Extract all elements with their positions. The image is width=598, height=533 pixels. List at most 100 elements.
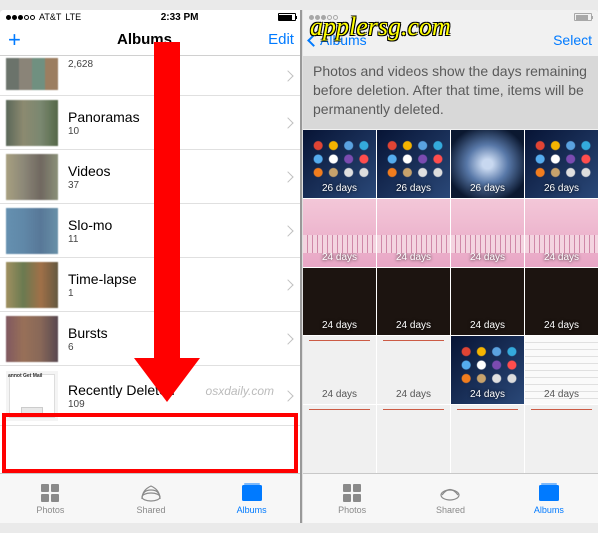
tab-shared[interactable]: Shared bbox=[401, 474, 499, 523]
photo-cell[interactable] bbox=[303, 405, 376, 473]
photo-cell[interactable]: 24 days bbox=[525, 268, 598, 336]
album-list[interactable]: 2,628 Panoramas 10 Videos 37 bbox=[0, 56, 302, 473]
photo-cell[interactable]: 26 days bbox=[377, 130, 450, 198]
photo-cell[interactable] bbox=[525, 405, 598, 473]
days-label: 24 days bbox=[525, 389, 598, 400]
select-button[interactable]: Select bbox=[553, 32, 592, 48]
album-count: 37 bbox=[68, 180, 111, 191]
album-thumb bbox=[6, 316, 58, 362]
photo-cell[interactable]: 24 days bbox=[303, 199, 376, 267]
days-label: 26 days bbox=[303, 183, 376, 194]
photo-cell[interactable]: 24 days bbox=[451, 268, 524, 336]
tab-albums[interactable]: Albums bbox=[201, 474, 302, 523]
tab-photos[interactable]: Photos bbox=[303, 474, 401, 523]
days-label: 24 days bbox=[303, 320, 376, 331]
tab-label: Photos bbox=[338, 505, 366, 515]
photo-cell[interactable]: 24 days bbox=[451, 199, 524, 267]
photo-cell[interactable]: 24 days bbox=[525, 336, 598, 404]
chevron-right-icon bbox=[282, 117, 293, 128]
album-name: Time-lapse bbox=[68, 271, 137, 287]
tab-label: Photos bbox=[36, 505, 64, 515]
watermark-text: osxdaily.com bbox=[206, 384, 274, 398]
album-row-panoramas[interactable]: Panoramas 10 bbox=[0, 96, 302, 150]
photo-cell[interactable]: 24 days bbox=[303, 268, 376, 336]
chevron-right-icon bbox=[282, 333, 293, 344]
photo-cell[interactable]: 24 days bbox=[525, 199, 598, 267]
days-label: 24 days bbox=[525, 320, 598, 331]
album-row-videos[interactable]: Videos 37 bbox=[0, 150, 302, 204]
album-name: Slo-mo bbox=[68, 217, 112, 233]
album-count: 1 bbox=[68, 288, 137, 299]
photo-cell[interactable]: 26 days bbox=[525, 130, 598, 198]
album-thumb bbox=[6, 100, 58, 146]
add-album-button[interactable]: + bbox=[8, 29, 21, 51]
album-count: 6 bbox=[68, 342, 108, 353]
photo-cell[interactable]: 24 days bbox=[451, 336, 524, 404]
albums-pane: AT&T LTE 2:33 PM + Albums Edit 2,628 Pan… bbox=[0, 10, 302, 523]
tab-label: Shared bbox=[436, 505, 465, 515]
days-label: 24 days bbox=[303, 389, 376, 400]
photo-cell[interactable]: 26 days bbox=[451, 130, 524, 198]
chevron-right-icon bbox=[282, 390, 293, 401]
days-label: 24 days bbox=[377, 320, 450, 331]
carrier-label: AT&T bbox=[39, 12, 61, 22]
photo-cell[interactable]: 24 days bbox=[303, 336, 376, 404]
chevron-right-icon bbox=[282, 279, 293, 290]
tab-label: Albums bbox=[237, 505, 267, 515]
days-label: 24 days bbox=[377, 389, 450, 400]
chevron-right-icon bbox=[282, 225, 293, 236]
days-label: 24 days bbox=[451, 252, 524, 263]
album-name: Videos bbox=[68, 163, 111, 179]
days-label: 24 days bbox=[303, 252, 376, 263]
edit-button[interactable]: Edit bbox=[268, 31, 294, 48]
album-count: 11 bbox=[68, 234, 112, 245]
tab-label: Shared bbox=[136, 505, 165, 515]
days-label: 26 days bbox=[377, 183, 450, 194]
photo-cell[interactable] bbox=[451, 405, 524, 473]
album-row-bursts[interactable]: Bursts 6 bbox=[0, 312, 302, 366]
clock: 2:33 PM bbox=[161, 12, 199, 23]
recently-deleted-pane: Albums Select Photos and videos show the… bbox=[302, 10, 598, 523]
photo-cell[interactable]: 26 days bbox=[303, 130, 376, 198]
photo-cell[interactable]: 24 days bbox=[377, 268, 450, 336]
tab-albums[interactable]: Albums bbox=[500, 474, 598, 523]
tab-photos[interactable]: Photos bbox=[0, 474, 101, 523]
album-name: Bursts bbox=[68, 325, 108, 341]
album-thumb bbox=[6, 208, 58, 254]
days-label: 26 days bbox=[525, 183, 598, 194]
album-name: Panoramas bbox=[68, 109, 140, 125]
status-bar: AT&T LTE 2:33 PM bbox=[0, 10, 302, 24]
albums-navbar: + Albums Edit bbox=[0, 24, 302, 56]
album-name: Recently Deleted bbox=[68, 382, 175, 398]
tabbar: Photos Shared Albums bbox=[0, 473, 302, 523]
info-text: Photos and videos show the days remainin… bbox=[303, 56, 598, 129]
photo-cell[interactable]: 24 days bbox=[377, 336, 450, 404]
album-count: 109 bbox=[68, 399, 175, 410]
days-label: 26 days bbox=[451, 183, 524, 194]
tab-label: Albums bbox=[534, 505, 564, 515]
days-label: 24 days bbox=[525, 252, 598, 263]
album-thumb bbox=[6, 262, 58, 308]
chevron-right-icon bbox=[282, 171, 293, 182]
album-thumb bbox=[6, 58, 58, 90]
album-thumb: annot Get Mail bbox=[6, 371, 58, 421]
chevron-right-icon bbox=[282, 70, 293, 81]
days-label: 24 days bbox=[451, 320, 524, 331]
tab-shared[interactable]: Shared bbox=[101, 474, 202, 523]
album-thumb bbox=[6, 154, 58, 200]
album-row-slomo[interactable]: Slo-mo 11 bbox=[0, 204, 302, 258]
album-count: 2,628 bbox=[68, 59, 93, 70]
network-label: LTE bbox=[65, 12, 81, 22]
days-label: 24 days bbox=[451, 389, 524, 400]
photo-grid: 26 days 26 days 26 days 26 days 24 days … bbox=[303, 130, 598, 473]
tabbar: Photos Shared Albums bbox=[303, 473, 598, 523]
thumb-alert-title: annot Get Mail bbox=[8, 373, 56, 379]
photo-cell[interactable]: 24 days bbox=[377, 199, 450, 267]
site-watermark: applersg.com bbox=[310, 12, 451, 42]
album-row-timelapse[interactable]: Time-lapse 1 bbox=[0, 258, 302, 312]
album-row-top[interactable]: 2,628 bbox=[0, 56, 302, 96]
album-count: 10 bbox=[68, 126, 140, 137]
days-label: 24 days bbox=[377, 252, 450, 263]
nav-title: Albums bbox=[117, 31, 172, 48]
photo-cell[interactable] bbox=[377, 405, 450, 473]
